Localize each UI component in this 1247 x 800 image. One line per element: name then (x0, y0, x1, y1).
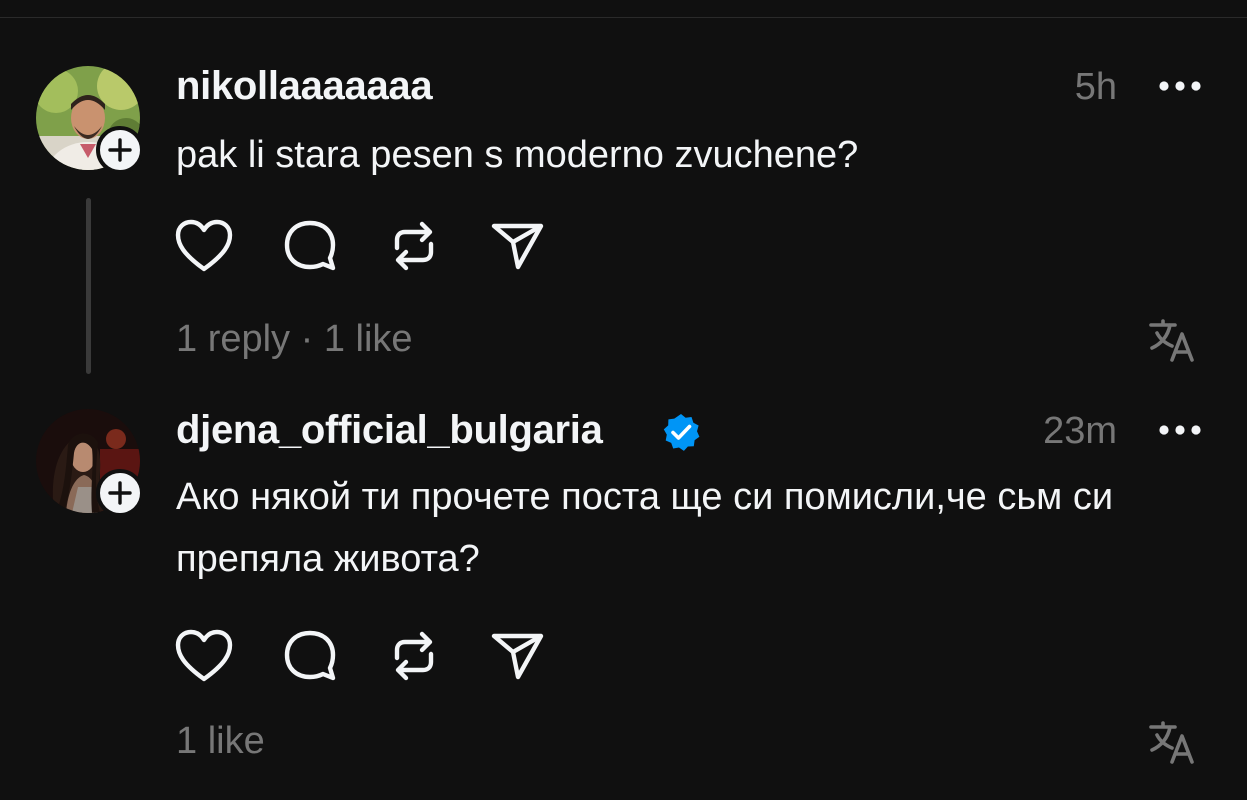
send-icon (491, 223, 544, 270)
comment-icon (284, 630, 336, 681)
top-divider (0, 17, 1247, 18)
repost-button[interactable] (384, 626, 444, 686)
avatar-button[interactable] (36, 66, 144, 174)
verified-badge-icon (663, 414, 700, 451)
username[interactable]: djena_official_bulgaria (176, 408, 603, 453)
more-icon[interactable] (1158, 76, 1202, 96)
heart-icon (175, 219, 233, 272)
repost-icon (394, 631, 434, 681)
comment-text: Ако някой ти прочете поста ще си помисли… (176, 476, 1114, 580)
comment-text: pak li stara pesen s moderno zvuchene? (176, 134, 859, 176)
plus-icon (108, 481, 132, 505)
follow-button[interactable] (96, 126, 144, 174)
translate-icon[interactable] (1148, 720, 1196, 764)
username[interactable]: nikollaaaaaaa (176, 64, 433, 109)
comment-stats[interactable]: 1 reply · 1 like (176, 318, 413, 361)
send-icon (491, 633, 544, 680)
timestamp: 23m (1043, 410, 1117, 452)
comment-stats[interactable]: 1 like (176, 720, 265, 763)
translate-icon[interactable] (1148, 318, 1196, 362)
like-button[interactable] (174, 216, 234, 276)
avatar-button[interactable] (36, 409, 144, 517)
share-button[interactable] (488, 626, 548, 686)
like-button[interactable] (174, 626, 234, 686)
repost-icon (394, 221, 434, 271)
plus-icon (108, 138, 132, 162)
more-icon[interactable] (1158, 420, 1202, 440)
comment-button[interactable] (280, 216, 340, 276)
share-button[interactable] (488, 216, 548, 276)
follow-button[interactable] (96, 469, 144, 517)
repost-button[interactable] (384, 216, 444, 276)
comment-icon (284, 220, 336, 271)
timestamp: 5h (1074, 66, 1117, 108)
comment-button[interactable] (280, 626, 340, 686)
heart-icon (175, 629, 233, 682)
thread-line (86, 198, 91, 374)
